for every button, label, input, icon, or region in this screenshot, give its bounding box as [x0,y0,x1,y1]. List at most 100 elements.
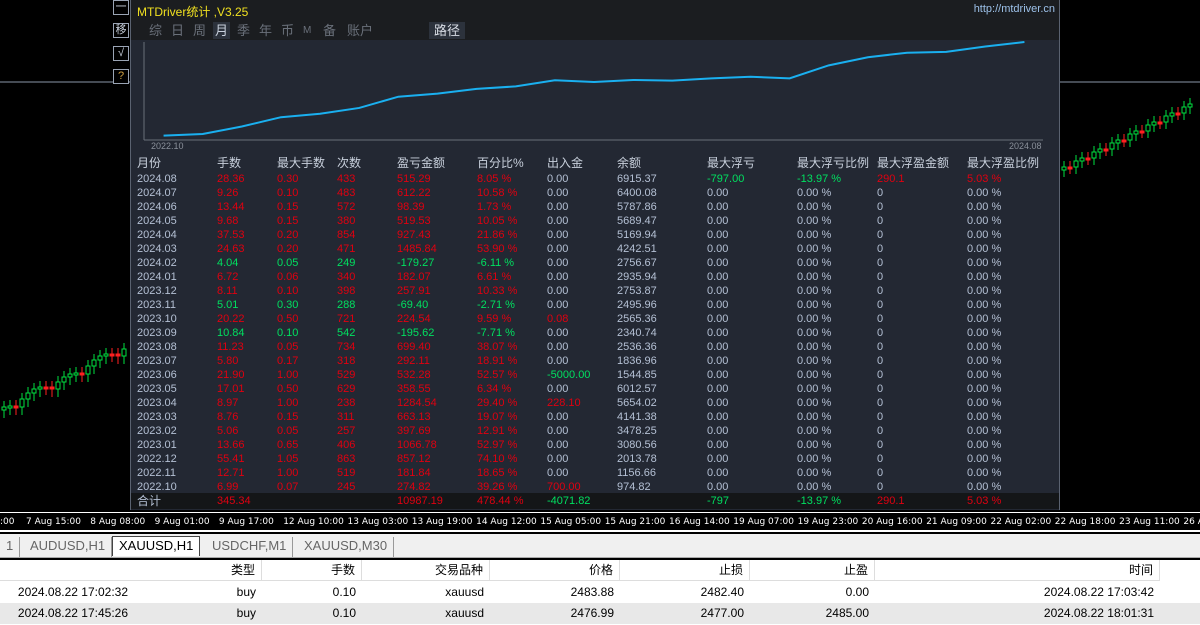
check-button[interactable]: √ [113,46,129,61]
minimize-button[interactable]: 一 [113,0,129,15]
table-cell: 245 [337,481,356,493]
table-cell: 5.80 [217,355,239,367]
time-axis-label: 14 Aug 12:00 [476,517,537,527]
orders-column-header[interactable]: 时间 [875,560,1160,581]
table-cell: 0.08 [547,313,569,325]
order-row[interactable]: 2024.08.22 17:45:26 buy 0.10 xauusd 2476.99 2… [0,603,1200,624]
period-tab-0[interactable]: 综 [147,22,164,39]
table-cell: 0.00 % [797,383,832,395]
month-cell: 2022.10 [137,481,177,493]
table-cell: 5169.94 [617,229,657,241]
table-cell: 0.00 [707,201,729,213]
table-cell: 0.30 [277,299,299,311]
candle [7,405,13,409]
table-cell: 18.91 % [477,355,518,367]
total-cell: -13.97 % [797,495,842,507]
table-cell: 2536.36 [617,341,657,353]
candle [121,348,127,357]
table-cell: 318 [337,355,356,367]
period-tab-2[interactable]: 周 [191,22,208,39]
period-tab-7[interactable]: M [301,22,313,39]
table-cell: 0.00 % [797,397,832,409]
table-cell: 483 [337,187,356,199]
statistics-panel: MTDriver统计 ,V3.25 http://mtdriver.cn 路径 … [130,0,1060,510]
candle [55,381,61,390]
month-cell: 2024.06 [137,201,177,213]
chart-tab-4[interactable]: XAUUSD,M30 [298,537,395,557]
period-tab-6[interactable]: 币 [279,22,296,39]
table-cell: 0.00 [547,439,569,451]
table-cell: -6.11 % [477,257,515,269]
table-cell: 0.65 [277,439,299,451]
table-cell: -69.40 [397,299,429,311]
table-cell: 181.84 [397,467,431,479]
table-cell: 0 [877,341,884,353]
table-cell: 0.17 [277,355,299,367]
order-cell: 2485.00 [825,606,869,620]
website-link[interactable]: http://mtdriver.cn [974,3,1055,15]
table-cell: 0.00 [547,187,569,199]
table-cell: 0.00 [707,425,729,437]
table-cell: 0.10 [277,327,299,339]
column-header: 盈亏金额 [397,156,446,170]
order-row[interactable]: 2024.08.22 17:02:32 buy 0.10 xauusd 2483.88 2… [0,582,1200,603]
chart-tab-3[interactable]: USDCHF,M1 [206,537,294,557]
move-button[interactable]: 移 [113,23,129,38]
candle [91,359,97,367]
table-cell: 0.00 % [797,411,832,423]
period-tab-1[interactable]: 日 [169,22,186,39]
orders-column-header[interactable]: 类型 [113,560,262,581]
table-cell: 0 [877,299,884,311]
table-cell: 0.00 [547,215,569,227]
table-cell: 10.84 [217,327,245,339]
period-tab-8[interactable]: 备 [321,22,338,39]
candle [1163,115,1169,123]
table-cell: -179.27 [397,257,435,269]
period-tab-4[interactable]: 季 [235,22,252,39]
candle [25,392,31,400]
equity-curve-chart [143,41,1043,141]
table-cell: 0.00 [707,327,729,339]
period-tab-3[interactable]: 月 [213,22,231,39]
chart-tab-0[interactable]: 1 [0,537,21,557]
orders-column-header[interactable]: 手数 [262,560,362,581]
table-cell: 0.00 % [967,425,1002,437]
help-button[interactable]: ? [113,69,129,84]
table-cell: 0 [877,215,884,227]
month-cell: 2023.11 [137,299,176,311]
table-cell: 397.69 [397,425,431,437]
period-tab-9[interactable]: 账户 [345,22,375,39]
table-cell: 0.00 [707,397,729,409]
table-cell: 0.00 % [967,383,1002,395]
month-cell: 2024.08 [137,173,177,185]
table-cell: 0.00 % [967,215,1002,227]
candle [97,355,103,361]
table-cell: 98.39 [397,201,425,213]
orders-column-header[interactable]: 止盈 [750,560,875,581]
candle [1115,139,1121,144]
path-button[interactable]: 路径 [429,22,466,39]
orders-column-header[interactable]: 价格 [490,560,620,581]
table-cell: 0.00 [707,439,729,451]
candle [1187,103,1193,108]
table-cell: 10.33 % [477,285,518,297]
table-cell: 0 [877,271,884,283]
table-cell: 2340.74 [617,327,657,339]
period-tab-5[interactable]: 年 [257,22,274,39]
candle [103,353,109,357]
table-cell: 0.00 % [967,341,1002,353]
table-cell: 0.00 % [797,201,832,213]
orders-header-label: 止盈 [843,563,868,577]
chart-tab-2[interactable]: XAUUSD,H1 [112,536,201,556]
table-cell: 311 [337,411,355,423]
table-cell: 6915.37 [617,173,657,185]
table-cell: 13.66 [217,439,245,451]
equity-end-label: 2024.08 [1009,141,1042,151]
table-cell: 0.00 [547,257,569,269]
orders-column-header[interactable]: 止损 [620,560,750,581]
table-cell: 398 [337,285,356,297]
table-cell: 0.00 [707,229,729,241]
orders-column-header[interactable]: 交易品种 [362,560,490,581]
table-cell: 1156.66 [617,467,656,479]
chart-tab-1[interactable]: AUDUSD,H1 [24,537,113,557]
